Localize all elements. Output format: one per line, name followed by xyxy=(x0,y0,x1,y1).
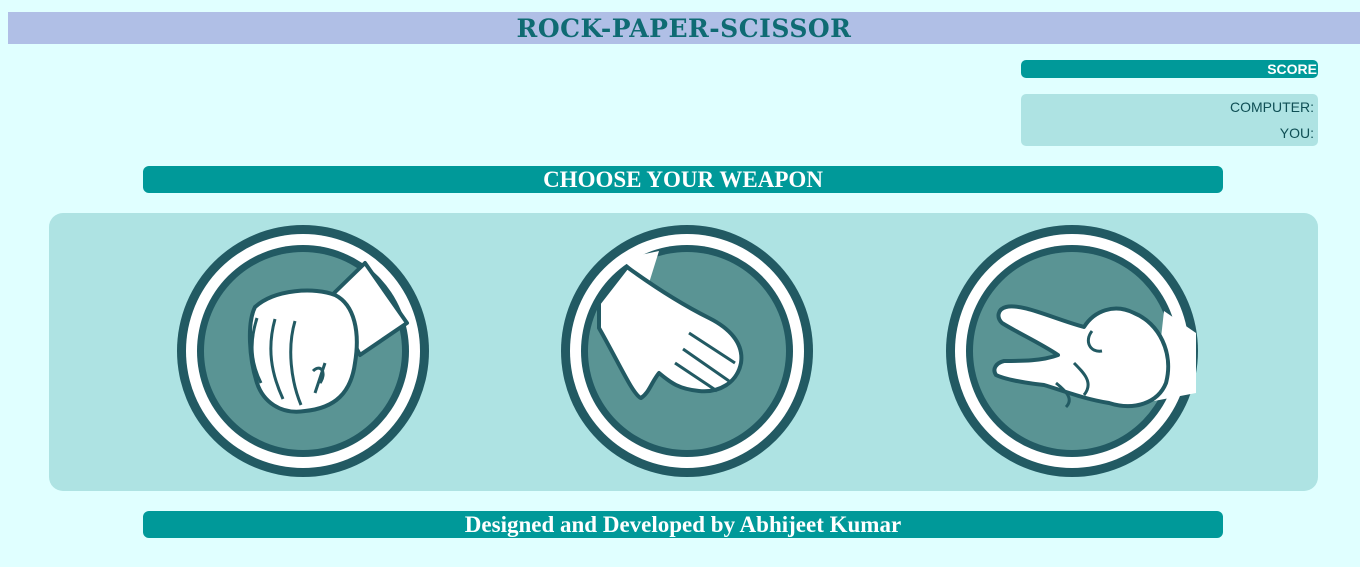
scissor-hand-icon xyxy=(946,225,1198,477)
score-panel: COMPUTER: YOU: xyxy=(1021,94,1318,146)
paper-hand-icon xyxy=(561,225,813,477)
computer-score-label: COMPUTER: xyxy=(1230,99,1314,115)
rock-fist-icon xyxy=(177,225,429,477)
page-title: ROCK-PAPER-SCISSOR xyxy=(516,13,852,43)
weapons-panel xyxy=(49,213,1318,491)
rock-button[interactable] xyxy=(175,223,431,479)
paper-button[interactable] xyxy=(559,223,815,479)
score-heading: SCORE xyxy=(1021,60,1318,78)
choose-weapon-banner: CHOOSE YOUR WEAPON xyxy=(143,166,1223,193)
footer-credit: Designed and Developed by Abhijeet Kumar xyxy=(143,511,1223,538)
title-bar: ROCK-PAPER-SCISSOR xyxy=(8,12,1360,44)
you-score-label: YOU: xyxy=(1279,125,1314,141)
scissor-button[interactable] xyxy=(944,223,1200,479)
